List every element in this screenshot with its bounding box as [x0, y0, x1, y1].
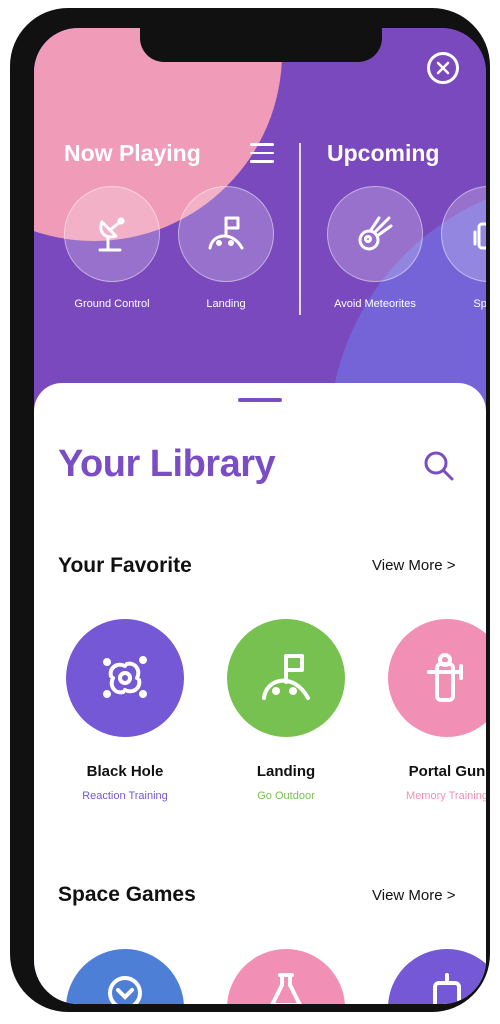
flag-planet-icon — [208, 216, 244, 250]
game-label-ground-control: Ground Control — [74, 298, 150, 310]
menu-icon-bar — [250, 143, 274, 146]
favorite-sub-landing: Go Outdoor — [257, 790, 315, 802]
space-game-card[interactable] — [388, 949, 486, 1004]
app-screen: Now Playing Upcoming Ground Control Land… — [34, 28, 486, 1004]
portal-gun-icon — [427, 653, 463, 702]
game-label-avoid-meteorites: Avoid Meteorites — [334, 298, 416, 310]
favorite-sub-portal-gun: Memory Training — [406, 790, 486, 802]
flask-icon — [270, 973, 302, 1004]
menu-button[interactable] — [250, 143, 274, 163]
robot-icon — [433, 973, 461, 1004]
favorite-view-more-link[interactable]: View More > — [372, 557, 456, 574]
satellite-dish-icon — [98, 217, 125, 252]
now-playing-title: Now Playing — [64, 140, 201, 166]
favorite-name-portal-gun: Portal Gun — [408, 763, 486, 780]
space-game-card[interactable] — [227, 949, 345, 1004]
favorite-landing[interactable] — [227, 619, 345, 737]
favorite-sub-black-hole: Reaction Training — [82, 790, 168, 802]
upcoming-title: Upcoming — [327, 140, 440, 166]
flag-planet-icon — [262, 654, 310, 700]
close-button[interactable] — [427, 52, 459, 84]
black-hole-icon — [103, 656, 147, 698]
favorite-black-hole[interactable] — [66, 619, 184, 737]
search-icon — [424, 451, 454, 481]
game-avoid-meteorites[interactable] — [327, 186, 423, 282]
game-icon — [108, 976, 142, 1004]
robot-icon — [473, 222, 486, 250]
space-game-card[interactable] — [66, 949, 184, 1004]
menu-icon-bar — [250, 160, 274, 163]
game-landing[interactable] — [178, 186, 274, 282]
library-title: Your Library — [58, 443, 276, 485]
favorite-name-landing: Landing — [256, 763, 316, 780]
space-games-section-title: Space Games — [58, 883, 196, 906]
library-sheet: Your Library Your Favorite View More > B… — [34, 383, 486, 1004]
game-label-space: Space — [473, 298, 486, 310]
search-button[interactable] — [422, 449, 456, 483]
favorite-portal-gun[interactable] — [388, 619, 486, 737]
game-ground-control[interactable] — [64, 186, 160, 282]
close-icon — [436, 61, 450, 75]
menu-icon-bar — [250, 151, 274, 154]
favorite-section-title: Your Favorite — [58, 554, 192, 577]
favorite-name-black-hole: Black Hole — [86, 763, 164, 780]
device-notch — [140, 28, 382, 62]
space-games-view-more-link[interactable]: View More > — [372, 887, 456, 904]
section-divider — [299, 143, 301, 315]
phone-frame: Now Playing Upcoming Ground Control Land… — [10, 8, 490, 1012]
meteor-icon — [358, 216, 393, 251]
drag-handle[interactable] — [238, 398, 282, 402]
game-label-landing: Landing — [206, 298, 246, 310]
